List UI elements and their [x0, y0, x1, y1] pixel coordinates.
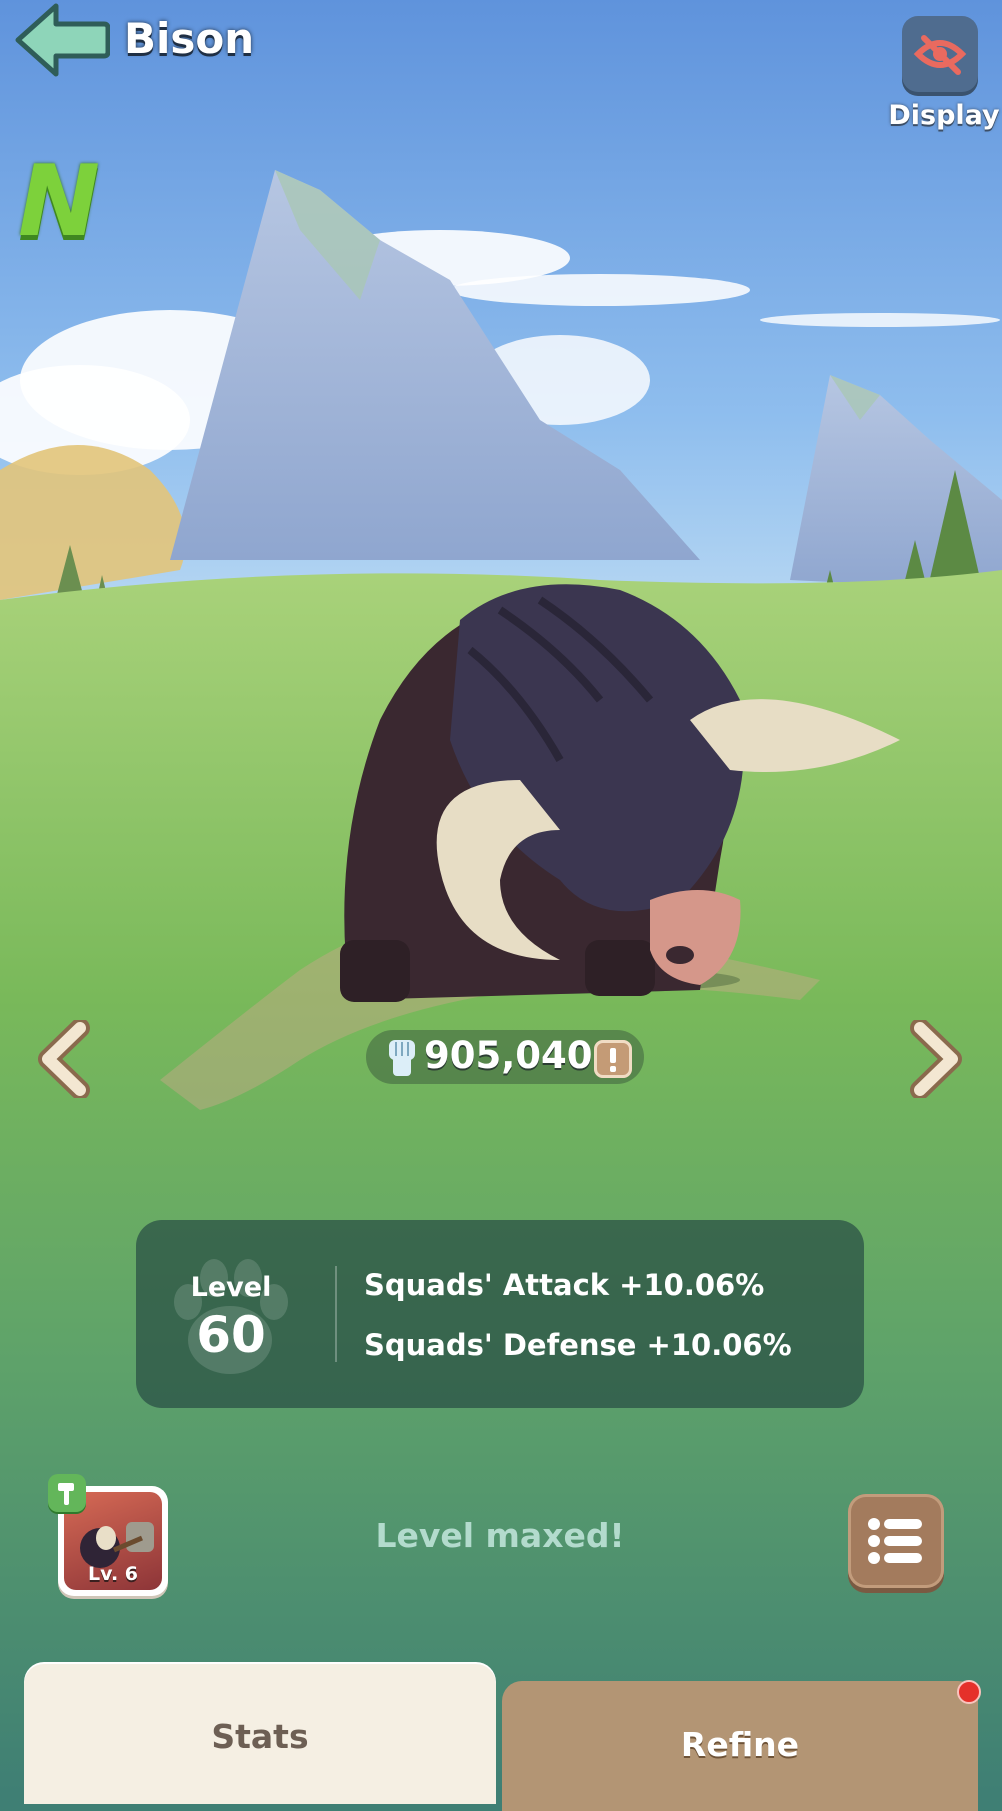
next-pet-button[interactable] [906, 1018, 964, 1100]
chevron-right-icon [910, 1018, 962, 1100]
defense-bonus-text: Squads' Defense +10.06% [364, 1328, 792, 1362]
list-icon [868, 1518, 922, 1564]
exclamation-icon [610, 1048, 616, 1072]
refine-notification-dot [957, 1680, 981, 1704]
eye-slash-icon [913, 35, 967, 75]
skill-level-text: Lv. 6 [88, 1563, 138, 1585]
hammer-icon [48, 1474, 86, 1512]
back-arrow-icon [15, 3, 111, 77]
power-info-button[interactable] [594, 1040, 632, 1078]
rarity-badge: N [18, 145, 101, 259]
panel-divider [335, 1266, 337, 1362]
power-value: 905,040 [424, 1034, 593, 1077]
level-label: Level [190, 1272, 272, 1303]
previous-pet-button[interactable] [36, 1018, 94, 1100]
level-status-text: Level maxed! [375, 1516, 625, 1555]
display-label: Display [888, 100, 1000, 131]
tab-stats[interactable]: Stats [24, 1664, 496, 1804]
level-value: 60 [196, 1306, 266, 1364]
page-title: Bison [124, 14, 255, 63]
attack-bonus-text: Squads' Attack +10.06% [364, 1268, 765, 1302]
back-button[interactable] [12, 0, 111, 80]
fist-icon [384, 1036, 420, 1078]
display-toggle-button[interactable] [902, 16, 978, 92]
details-list-button[interactable] [848, 1494, 944, 1588]
chevron-left-icon [38, 1018, 90, 1100]
